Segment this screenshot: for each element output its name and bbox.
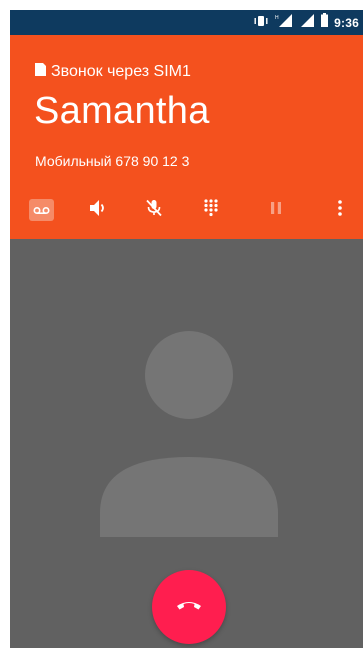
vibrate-icon [253,14,269,32]
call-header: Звонок через SIM1 Samantha Мобильный 678… [10,35,363,239]
caller-name: Samantha [34,90,210,132]
sim-label: Звонок через SIM1 [51,63,191,80]
more-icon [338,199,342,221]
dialpad-button[interactable] [191,190,231,230]
more-options-button[interactable] [320,190,360,230]
sim-indicator: Звонок через SIM1 [35,63,191,81]
hold-icon [271,201,281,219]
status-icons: H 9:36 [253,10,359,35]
mute-icon [145,199,163,222]
sim-card-icon [35,63,46,81]
battery-icon [321,13,329,32]
in-call-screen: H 9:36 Звонок через SIM1 Samantha Мобиль… [10,10,363,648]
mute-button[interactable] [134,190,174,230]
hold-button[interactable] [256,190,296,230]
voicemail-button[interactable] [21,190,61,230]
svg-text:H: H [275,15,279,21]
speaker-button[interactable] [79,190,119,230]
caller-number: Мобильный 678 90 12 3 [35,153,190,169]
status-time: 9:36 [334,15,359,30]
signal-icon: H [275,13,295,32]
call-actions [10,190,363,230]
signal-icon [301,13,315,32]
hangup-icon [176,598,202,616]
speaker-icon [90,199,108,221]
dialpad-icon [204,198,218,222]
status-bar: H 9:36 [10,10,363,35]
end-call-button[interactable] [152,570,226,644]
contact-photo-area [10,239,363,648]
voicemail-icon [28,199,54,221]
